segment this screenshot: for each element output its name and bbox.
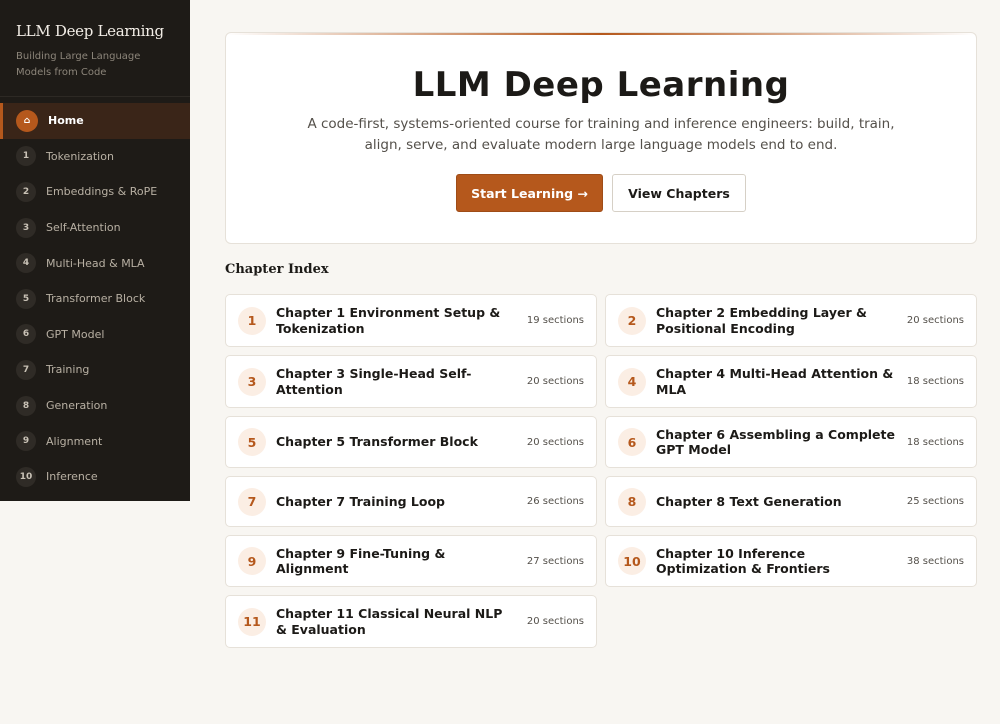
chapter-section-count: 20 sections [526,436,584,448]
sidebar-item-label: Self-Attention [46,221,121,235]
sidebar-item-inference[interactable]: 10 Inference [0,459,190,495]
chapter-title: Chapter 10 Inference Optimization & Fron… [656,545,830,577]
sidebar-item-tokenization[interactable]: 1 Tokenization [0,139,190,175]
sidebar-item-label: Alignment [46,434,103,448]
brand-subtitle: Building Large Language Models from Code [16,51,141,78]
sidebar-item-label: Embeddings & RoPE [46,185,158,199]
chapter-title: Chapter 1 Environment Setup & Tokenizati… [276,305,501,336]
sidebar: LLM Deep Learning Building Large Languag… [0,0,190,501]
chapter-card-8[interactable]: 8 Chapter 8 Text Generation 25 sections [605,476,977,527]
chapter-number: 4 [618,367,646,396]
sidebar-nav: ⌂ Home 1 Tokenization 2 Embeddings & RoP… [0,97,190,495]
sidebar-item-multi-head[interactable]: 4 Multi-Head & MLA [0,245,190,281]
chapter-number: 10 [618,547,646,575]
chapter-number: 5 [238,428,266,456]
chapter-title: Chapter 3 Single-Head Self-Attention [276,366,472,397]
sidebar-item-self-attention[interactable]: 3 Self-Attention [0,210,190,246]
chapter-section-count: 20 sections [526,376,584,387]
hero-card: LLM Deep Learning A code-first, systems-… [225,32,977,244]
chapter-title: Chapter 4 Multi-Head Attention & MLA [656,366,894,397]
sidebar-item-label: Generation [46,399,108,413]
start-learning-button[interactable]: Start Learning → [456,174,603,212]
sidebar-item-training[interactable]: 7 Training [0,352,190,388]
chapter-card-1[interactable]: 1 Chapter 1 Environment Setup & Tokeniza… [225,294,597,347]
chapter-section-count: 25 sections [906,496,964,507]
chapter-number: 3 [238,367,266,396]
sidebar-item-number: 3 [16,217,36,238]
chapter-title: Chapter 9 Fine-Tuning & Alignment [276,545,446,577]
chapter-section-count: 18 sections [906,436,964,448]
hero-accent-line [226,33,976,35]
sidebar-item-label: Training [46,363,90,377]
chapter-section-count: 27 sections [526,555,584,567]
sidebar-item-number: 8 [16,395,36,416]
sidebar-item-number: 5 [16,288,36,309]
chapter-title: Chapter 7 Training Loop [276,493,445,509]
chapter-section-count: 38 sections [906,555,964,567]
chapter-number: 11 [238,607,266,636]
sidebar-item-number: 9 [16,431,36,452]
chapter-section-count: 20 sections [526,616,584,627]
chapter-number: 6 [618,428,646,456]
chapter-title: Chapter 2 Embedding Layer & Positional E… [656,305,867,336]
chapter-title: Chapter 5 Transformer Block [276,434,478,450]
sidebar-item-transformer-block[interactable]: 5 Transformer Block [0,281,190,317]
chapter-card-6[interactable]: 6 Chapter 6 Assembling a Complete GPT Mo… [605,416,977,468]
chapter-title: Chapter 8 Text Generation [656,493,842,509]
hero-title: LLM Deep Learning [412,65,790,105]
sidebar-item-number: 2 [16,181,36,202]
sidebar-item-alignment[interactable]: 9 Alignment [0,423,190,459]
sidebar-item-label: Home [48,114,84,128]
sidebar-item-label: Transformer Block [46,292,146,306]
sidebar-item-number: 10 [16,466,36,487]
home-icon: ⌂ [16,109,38,132]
sidebar-item-label: Inference [46,470,98,484]
chapter-card-9[interactable]: 9 Chapter 9 Fine-Tuning & Alignment 27 s… [225,535,597,587]
chapter-section-count: 19 sections [526,315,584,326]
chapter-number: 9 [238,547,266,575]
chapter-index-title: Chapter Index [225,262,329,277]
sidebar-item-number: 4 [16,253,36,274]
sidebar-item-generation[interactable]: 8 Generation [0,388,190,424]
sidebar-item-label: Tokenization [46,149,114,163]
chapter-number: 2 [618,306,646,335]
sidebar-item-number: 6 [16,324,36,345]
chapter-card-4[interactable]: 4 Chapter 4 Multi-Head Attention & MLA 1… [605,355,977,408]
sidebar-item-embeddings[interactable]: 2 Embeddings & RoPE [0,174,190,210]
sidebar-item-number: 1 [16,146,36,167]
chapter-card-10[interactable]: 10 Chapter 10 Inference Optimization & F… [605,535,977,587]
chapter-section-count: 26 sections [526,496,584,507]
chapter-title: Chapter 11 Classical Neural NLP & Evalua… [276,606,503,637]
chapter-number: 1 [238,306,266,335]
sidebar-item-gpt-model[interactable]: 6 GPT Model [0,317,190,353]
view-chapters-button[interactable]: View Chapters [612,174,746,212]
hero-buttons: Start Learning → View Chapters [226,174,976,212]
sidebar-item-number: 7 [16,359,36,380]
chapter-title: Chapter 6 Assembling a Complete GPT Mode… [656,426,895,458]
chapter-card-5[interactable]: 5 Chapter 5 Transformer Block 20 section… [225,416,597,468]
sidebar-item-home[interactable]: ⌂ Home [0,103,190,139]
brand: LLM Deep Learning Building Large Languag… [0,0,190,97]
brand-title[interactable]: LLM Deep Learning [16,22,174,40]
chapter-section-count: 20 sections [906,315,964,326]
chapter-card-11[interactable]: 11 Chapter 11 Classical Neural NLP & Eva… [225,595,597,648]
hero-description: A code-first, systems-oriented course fo… [307,116,895,153]
sidebar-item-label: Multi-Head & MLA [46,256,145,270]
chapter-number: 8 [618,487,646,516]
chapter-number: 7 [238,487,266,516]
chapter-card-3[interactable]: 3 Chapter 3 Single-Head Self-Attention 2… [225,355,597,408]
chapter-card-7[interactable]: 7 Chapter 7 Training Loop 26 sections [225,476,597,527]
chapter-card-2[interactable]: 2 Chapter 2 Embedding Layer & Positional… [605,294,977,347]
sidebar-item-label: GPT Model [46,327,105,341]
chapter-section-count: 18 sections [906,376,964,387]
